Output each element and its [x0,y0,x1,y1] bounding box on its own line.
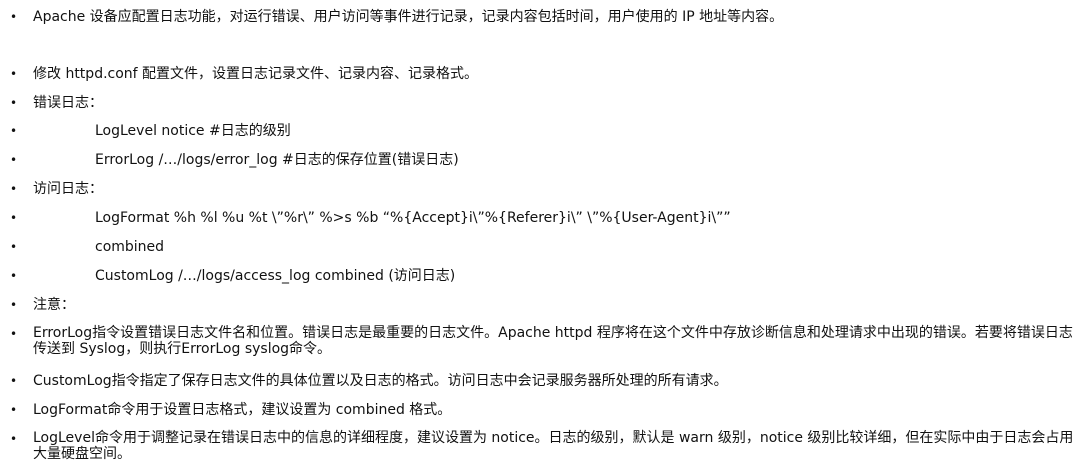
bullet-marker: • [10,269,18,283]
list-item-text: 错误日志： [33,95,103,111]
list-item-text: 修改 httpd.conf 配置文件，设置日志记录文件、记录内容、记录格式。 [33,66,479,82]
list-item-text: Apache 设备应配置日志功能，对运行错误、用户访问等事件进行记录，记录内容包… [33,9,784,25]
bullet-marker: • [10,327,18,341]
bullet-marker: • [10,374,18,388]
list-item-text: LogFormat %h %l %u %t \”%r\” %>s %b “%{A… [95,210,731,226]
list-item-text: combined [95,239,165,255]
bullet-marker: • [10,403,18,417]
bullet-marker: • [10,432,18,446]
list-item-text: 访问日志： [33,181,103,197]
bullet-marker: • [10,67,18,81]
list-item-text: ErrorLog指令设置错误日志文件名和位置。错误日志是最重要的日志文件。Apa… [33,325,1073,357]
bullet-marker: • [10,124,18,138]
bullet-marker: • [10,182,18,196]
list-item-text: LogLevel命令用于调整记录在错误日志中的信息的详细程度，建议设置为 not… [33,430,1074,462]
list-item-text: LogFormat命令用于设置日志格式，建议设置为 combined 格式。 [33,402,452,418]
list-item-text: CustomLog /…/logs/access_log combined (访… [95,268,456,284]
list-item-text: 注意： [33,297,75,313]
bullet-marker: • [10,96,18,110]
list-item-text: CustomLog指令指定了保存日志文件的具体位置以及日志的格式。访问日志中会记… [33,373,728,389]
bullet-marker: • [10,298,18,312]
bullet-marker: • [10,10,18,24]
list-item-text: LogLevel notice #日志的级别 [95,123,291,139]
list-item-text: ErrorLog /…/logs/error_log #日志的保存位置(错误日志… [95,152,459,168]
bullet-marker: • [10,153,18,167]
bullet-marker: • [10,240,18,254]
bullet-marker: • [10,211,18,225]
